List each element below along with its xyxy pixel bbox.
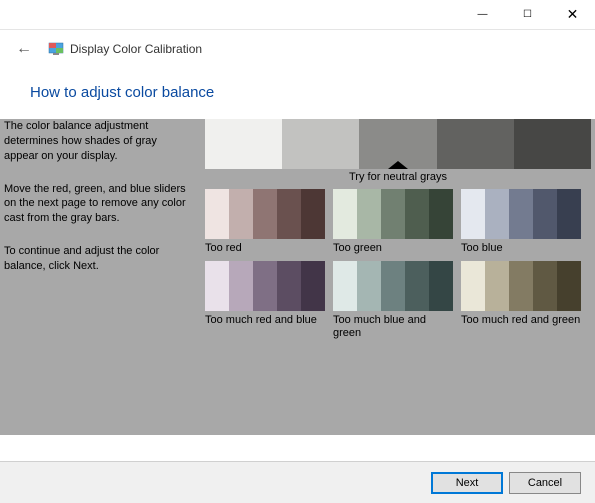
color-cast-sample: Too much red and blue: [205, 261, 325, 340]
cancel-button[interactable]: Cancel: [509, 472, 581, 494]
sample-swatch: [333, 189, 453, 239]
samples-column: Try for neutral grays Too redToo greenTo…: [205, 119, 595, 435]
sample-label: Too blue: [461, 239, 581, 255]
titlebar: — ☐ ✕: [0, 0, 595, 30]
app-icon: [48, 41, 64, 57]
sample-label: Too red: [205, 239, 325, 255]
sample-swatch: [205, 261, 325, 311]
instruction-text: The color balance adjustment determines …: [4, 119, 193, 164]
neutral-swatch: [282, 119, 359, 169]
neutral-swatch: [205, 119, 282, 169]
sample-label: Too much red and green: [461, 311, 581, 327]
header-bar: ← Display Color Calibration: [0, 30, 595, 68]
instructions-column: The color balance adjustment determines …: [0, 119, 205, 435]
sample-label: Too much red and blue: [205, 311, 325, 327]
next-button[interactable]: Next: [431, 472, 503, 494]
sample-label: Too much blue and green: [333, 311, 453, 340]
neutral-swatch: [514, 119, 591, 169]
sample-swatch: [333, 261, 453, 311]
neutral-pointer-label: Try for neutral grays: [205, 171, 591, 183]
footer-bar: Next Cancel: [0, 461, 595, 503]
color-cast-sample: Too much blue and green: [333, 261, 453, 340]
sample-swatch: [461, 189, 581, 239]
maximize-button[interactable]: ☐: [505, 0, 550, 30]
sample-swatch: [461, 261, 581, 311]
sample-label: Too green: [333, 239, 453, 255]
minimize-button[interactable]: —: [460, 0, 505, 30]
instruction-text: Move the red, green, and blue sliders on…: [4, 182, 193, 227]
color-cast-sample: Too blue: [461, 189, 581, 255]
color-cast-sample: Too green: [333, 189, 453, 255]
color-cast-sample: Too red: [205, 189, 325, 255]
close-button[interactable]: ✕: [550, 0, 595, 30]
instruction-text: To continue and adjust the color balance…: [4, 244, 193, 274]
page-heading: How to adjust color balance: [0, 78, 595, 119]
sample-swatch: [205, 189, 325, 239]
back-button[interactable]: ←: [10, 36, 38, 62]
main-content: The color balance adjustment determines …: [0, 119, 595, 435]
neutral-swatch: [437, 119, 514, 169]
color-cast-grid: Too red Too green Too blue Too much red and…: [205, 189, 591, 341]
watermark: wsxdn.com: [530, 442, 583, 453]
color-cast-sample: Too much red and green: [461, 261, 581, 340]
app-title: Display Color Calibration: [70, 42, 202, 56]
